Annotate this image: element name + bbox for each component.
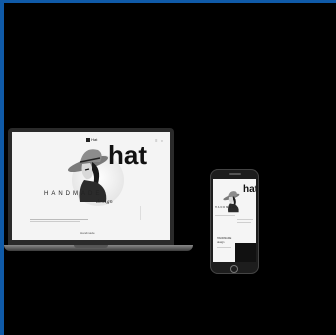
laptop-mockup: Hat ≡ ○ hat HANDMADE design Handmade (8, 128, 174, 247)
phone-hero-title: hat (243, 184, 256, 195)
phone-block-label-2: design (217, 241, 225, 244)
phone-screen: hat HANDMADE HANDMADE design (213, 179, 256, 262)
laptop-footer-label: Handmade (80, 231, 95, 235)
laptop-hero-title: hat (108, 140, 147, 170)
laptop-brand: Hat (91, 137, 98, 142)
laptop-screen: Hat ≡ ○ hat HANDMADE design Handmade (12, 132, 170, 240)
phone-speaker (229, 173, 241, 175)
logo-square-icon (86, 137, 90, 142)
presentation-frame: Hat ≡ ○ hat HANDMADE design Handmade ha … (0, 0, 336, 335)
phone-dark-image-block (235, 243, 256, 262)
phone-block-label: HANDMADE (217, 237, 232, 240)
laptop-nav-menu-icon: ≡ ○ (155, 138, 164, 143)
laptop-divider (140, 206, 141, 220)
laptop-logo: Hat (86, 137, 97, 142)
laptop-paragraph-placeholder (30, 218, 90, 223)
phone-text-line (215, 215, 235, 216)
phone-home-button (230, 265, 238, 273)
laptop-hero-script: design (96, 199, 113, 205)
laptop-hero-subtitle: HANDMADE (44, 191, 103, 197)
phone-text-line (237, 219, 253, 220)
phone-text-line (217, 247, 231, 248)
phone-mockup: hat HANDMADE HANDMADE design (210, 169, 259, 274)
phone-hero-subtitle: HANDMADE (215, 206, 238, 209)
phone-text-line (237, 222, 251, 223)
laptop-notch (74, 245, 108, 248)
phone-woman-with-hat-illustration (223, 191, 240, 213)
